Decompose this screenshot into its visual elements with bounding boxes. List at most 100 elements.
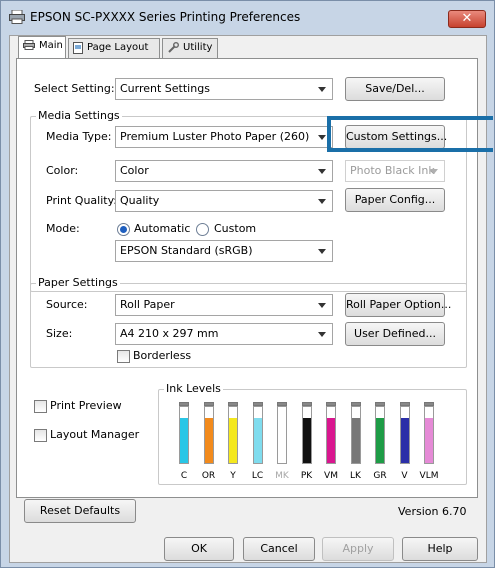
ink-cartridge-v bbox=[399, 402, 410, 464]
close-button[interactable]: ✕ bbox=[448, 10, 486, 28]
ink-level-fill bbox=[400, 418, 409, 463]
select-setting-label: Select Setting: bbox=[34, 82, 115, 95]
window-title: EPSON SC-PXXXX Series Printing Preferenc… bbox=[30, 10, 301, 24]
media-type-dropdown[interactable]: Premium Luster Photo Paper (260) bbox=[115, 126, 333, 148]
mode-dropdown[interactable]: EPSON Standard (sRGB) bbox=[115, 240, 333, 262]
ink-cartridge-cap bbox=[252, 402, 263, 406]
chevron-down-icon bbox=[318, 135, 326, 140]
chevron-down-icon bbox=[318, 199, 326, 204]
ink-label-vm: VM bbox=[324, 471, 338, 481]
ink-level-fill bbox=[351, 418, 360, 463]
media-settings-title: Media Settings bbox=[36, 109, 122, 122]
ink-cartridge-cap bbox=[350, 402, 361, 406]
ink-cartridge-cap bbox=[326, 402, 336, 406]
select-setting-value: Current Settings bbox=[120, 82, 210, 95]
ink-label-y: Y bbox=[230, 471, 236, 481]
mode-custom-label: Custom bbox=[214, 222, 257, 235]
close-icon: ✕ bbox=[461, 11, 473, 26]
print-preview-checkbox[interactable] bbox=[34, 400, 47, 413]
ink-cartridge-cap bbox=[228, 402, 238, 406]
mode-custom-radio[interactable] bbox=[196, 223, 209, 236]
version-text: Version 6.70 bbox=[398, 505, 467, 518]
ink-cartridge-cap bbox=[179, 402, 189, 406]
print-preview-label: Print Preview bbox=[50, 399, 122, 412]
ink-cartridge-gr bbox=[375, 402, 385, 464]
ink-label-or: OR bbox=[201, 471, 216, 481]
title-bar[interactable]: EPSON SC-PXXXX Series Printing Preferenc… bbox=[2, 2, 493, 32]
tab-page-layout[interactable]: Page Layout bbox=[68, 38, 160, 60]
ink-cartridge-pk bbox=[301, 402, 312, 464]
chevron-down-icon bbox=[318, 249, 326, 254]
select-setting-dropdown[interactable]: Current Settings bbox=[115, 78, 333, 100]
ink-cartridge-vlm bbox=[424, 402, 434, 464]
print-quality-label: Print Quality: bbox=[46, 194, 118, 207]
chevron-down-icon bbox=[318, 169, 326, 174]
mode-label: Mode: bbox=[46, 222, 80, 235]
ink-label-gr: GR bbox=[373, 471, 387, 481]
print-quality-dropdown[interactable]: Quality bbox=[115, 190, 333, 212]
ink-level-fill bbox=[376, 418, 384, 463]
ink-label-lk: LK bbox=[350, 471, 361, 481]
tab-main[interactable]: Main bbox=[18, 36, 66, 60]
ink-level-fill bbox=[180, 418, 188, 463]
ink-label-mk: MK bbox=[275, 471, 289, 481]
ink-label-v: V bbox=[401, 471, 408, 481]
ink-label-vlm: VLM bbox=[419, 471, 439, 481]
color-label: Color: bbox=[46, 164, 79, 177]
page-icon bbox=[73, 42, 83, 57]
paper-config-button[interactable]: Paper Config... bbox=[345, 188, 445, 212]
borderless-label: Borderless bbox=[133, 349, 192, 362]
source-label: Source: bbox=[46, 298, 88, 311]
tab-utility[interactable]: Utility bbox=[162, 38, 218, 60]
ink-cartridge-lk bbox=[350, 402, 361, 464]
ink-level-fill bbox=[327, 418, 335, 463]
tab-utility-label: Utility bbox=[183, 42, 213, 53]
user-defined-button[interactable]: User Defined... bbox=[345, 322, 445, 346]
ink-level-fill bbox=[253, 418, 262, 463]
custom-settings-highlight bbox=[327, 116, 493, 152]
color-dropdown[interactable]: Color bbox=[115, 160, 333, 182]
ink-levels-title: Ink Levels bbox=[164, 382, 223, 395]
source-dropdown[interactable]: Roll Paper bbox=[115, 294, 333, 316]
chevron-down-icon bbox=[430, 169, 438, 174]
save-del-button[interactable]: Save/Del... bbox=[345, 77, 445, 101]
ink-cartridge-cap bbox=[375, 402, 385, 406]
print-quality-value: Quality bbox=[120, 194, 160, 207]
borderless-checkbox[interactable] bbox=[117, 350, 130, 363]
printer-icon bbox=[9, 9, 25, 24]
ink-cartridge-cap bbox=[203, 402, 214, 406]
ok-button[interactable]: OK bbox=[164, 537, 234, 561]
size-dropdown[interactable]: A4 210 x 297 mm bbox=[115, 323, 333, 345]
media-type-value: Premium Luster Photo Paper (260) bbox=[120, 130, 310, 143]
size-label: Size: bbox=[46, 327, 73, 340]
ink-cartridge-cap bbox=[301, 402, 312, 406]
layout-manager-label: Layout Manager bbox=[50, 428, 140, 441]
mode-value: EPSON Standard (sRGB) bbox=[120, 244, 253, 257]
color-value: Color bbox=[120, 164, 149, 177]
ink-level-fill bbox=[229, 418, 237, 463]
paper-settings-title: Paper Settings bbox=[36, 276, 120, 289]
roll-paper-option-button[interactable]: Roll Paper Option... bbox=[345, 293, 451, 317]
chevron-down-icon bbox=[318, 332, 326, 337]
layout-manager-checkbox[interactable] bbox=[34, 429, 47, 442]
tab-main-label: Main bbox=[39, 40, 63, 51]
black-ink-dropdown[interactable]: Photo Black Ink bbox=[345, 160, 445, 182]
ink-cartridge-cap bbox=[399, 402, 410, 406]
ink-levels-chart: C OR Y LC MK PK VM LK GR V VLM bbox=[172, 400, 462, 482]
ink-level-fill bbox=[302, 418, 311, 463]
cancel-button[interactable]: Cancel bbox=[243, 537, 315, 561]
chevron-down-icon bbox=[318, 303, 326, 308]
ink-label-lc: LC bbox=[251, 471, 264, 481]
ink-cartridge-c bbox=[179, 402, 189, 464]
source-value: Roll Paper bbox=[120, 298, 175, 311]
ink-cartridge-cap bbox=[277, 402, 287, 406]
ink-cartridge-y bbox=[228, 402, 238, 464]
reset-defaults-button[interactable]: Reset Defaults bbox=[24, 499, 136, 523]
chevron-down-icon bbox=[318, 87, 326, 92]
size-value: A4 210 x 297 mm bbox=[120, 327, 219, 340]
apply-button[interactable]: Apply bbox=[322, 537, 394, 561]
mode-automatic-radio[interactable] bbox=[117, 223, 130, 236]
tab-page-layout-label: Page Layout bbox=[87, 42, 149, 53]
help-button[interactable]: Help bbox=[402, 537, 478, 561]
ink-level-fill bbox=[204, 418, 213, 463]
